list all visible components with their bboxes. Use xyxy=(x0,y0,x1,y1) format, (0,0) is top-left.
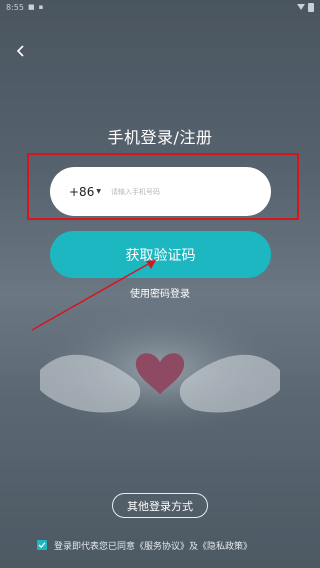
agreement-connector: 及 xyxy=(189,541,199,552)
country-code-selector[interactable]: +86 ▼ xyxy=(69,185,101,199)
chevron-left-icon xyxy=(16,45,24,57)
get-code-button[interactable]: 获取验证码 xyxy=(50,231,271,278)
checkmark-icon xyxy=(38,542,46,549)
hands-heart-illustration xyxy=(35,305,285,435)
country-code-label: +86 xyxy=(69,184,95,199)
page-title: 手机登录/注册 xyxy=(107,128,213,147)
sim-icon: ▪ xyxy=(38,3,44,11)
agreement-row: 登录即代表您已同意 《服务协议》 及 《隐私政策》 xyxy=(37,537,307,553)
agreement-checkbox[interactable] xyxy=(37,540,47,550)
notification-icon: ■ xyxy=(27,3,35,11)
service-agreement-link[interactable]: 《服务协议》 xyxy=(135,539,189,552)
other-login-button[interactable]: 其他登录方式 xyxy=(112,493,208,518)
phone-input-row: +86 ▼ xyxy=(50,167,271,216)
back-button[interactable] xyxy=(12,40,30,62)
privacy-policy-link[interactable]: 《隐私政策》 xyxy=(198,539,252,552)
agreement-prefix: 登录即代表您已同意 xyxy=(54,541,136,552)
phone-number-input[interactable] xyxy=(108,186,253,197)
annotation-arrow xyxy=(31,260,156,331)
battery-icon xyxy=(308,2,314,12)
password-login-link[interactable]: 使用密码登录 xyxy=(0,285,320,300)
status-time: 8:55 xyxy=(6,2,24,12)
status-bar: 8:55 ■ ▪ xyxy=(0,0,320,14)
wifi-icon xyxy=(297,4,305,10)
caret-down-icon: ▼ xyxy=(96,188,101,195)
